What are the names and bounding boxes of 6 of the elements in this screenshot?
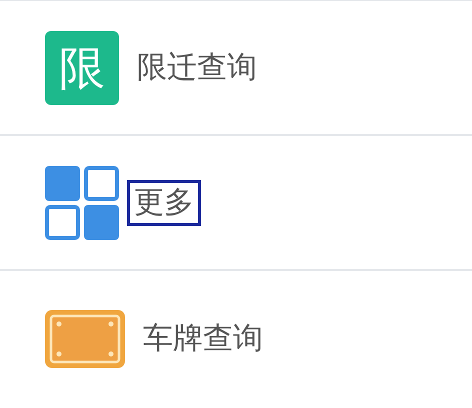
grid-icon xyxy=(45,166,119,240)
restriction-badge-icon: 限 xyxy=(45,30,119,104)
menu-item-label[interactable]: 限迁查询 xyxy=(137,52,257,82)
menu-item-label[interactable]: 车牌查询 xyxy=(143,324,263,354)
license-plate-icon xyxy=(45,310,125,368)
menu-item-label[interactable]: 更多 xyxy=(127,180,201,226)
